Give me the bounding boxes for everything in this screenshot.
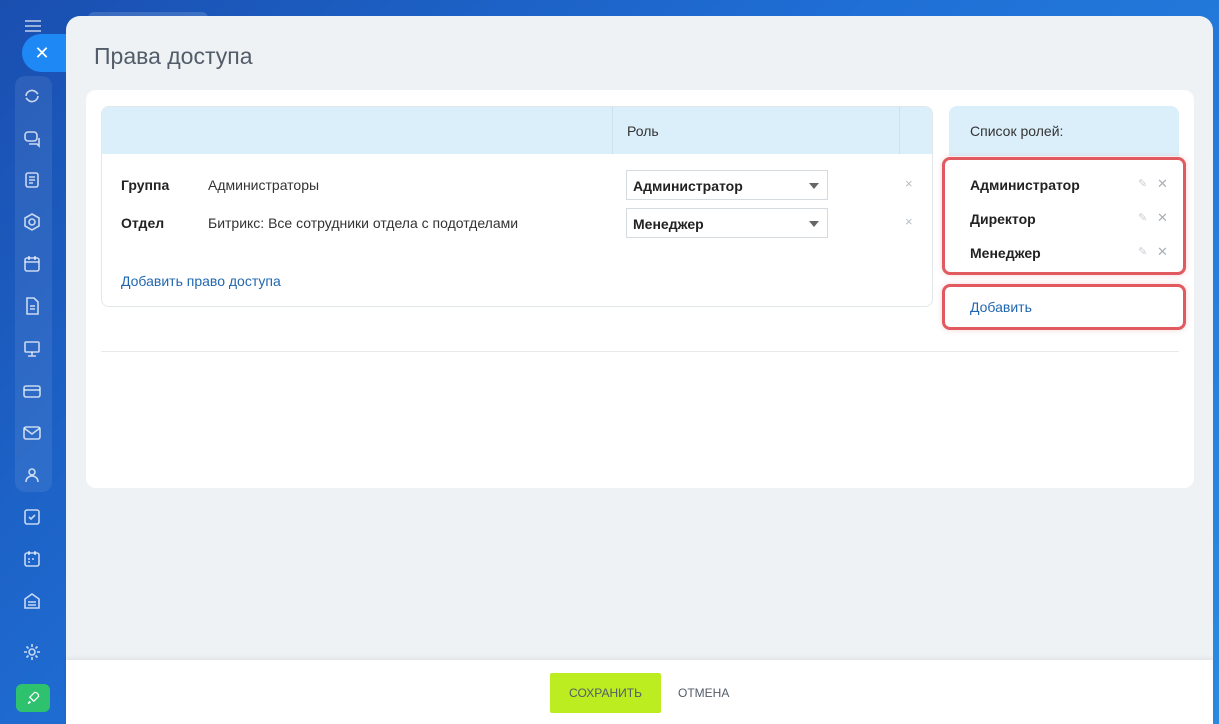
list-item[interactable]: Менеджер ✎ ✕ [945, 237, 1185, 271]
roles-list: Администратор ✎ ✕ Директор ✎ ✕ Менеджер … [942, 157, 1186, 275]
pencil-icon[interactable]: ✎ [1138, 211, 1147, 224]
page-title: Права доступа [94, 43, 253, 69]
tasks-icon[interactable] [21, 506, 43, 528]
content-card: Роль Группа Администраторы Администратор… [86, 90, 1194, 488]
footer-bar: СОХРАНИТЬ ОТМЕНА [66, 660, 1213, 724]
hexagon-icon[interactable] [21, 211, 43, 233]
rocket-icon[interactable] [16, 684, 50, 712]
close-icon[interactable]: ✕ [1157, 244, 1168, 260]
card-icon[interactable] [21, 380, 43, 402]
menu-icon[interactable] [25, 20, 41, 32]
access-rights-panel: Права доступа Роль Группа Администраторы… [66, 16, 1213, 724]
close-icon[interactable]: ✕ [1157, 176, 1168, 192]
chevron-down-icon [809, 221, 819, 227]
planner-icon[interactable] [21, 548, 43, 570]
row-subject: Администраторы [208, 177, 320, 193]
row-subject: Битрикс: Все сотрудники отдела с подотде… [208, 215, 519, 231]
settings-icon[interactable] [21, 641, 43, 663]
column-divider [899, 107, 900, 154]
role-name: Менеджер [970, 245, 1041, 261]
presentation-icon[interactable] [21, 338, 43, 360]
close-panel-button[interactable]: ✕ [22, 34, 66, 72]
pencil-icon[interactable]: ✎ [1138, 245, 1147, 258]
access-table: Роль Группа Администраторы Администратор… [101, 106, 933, 307]
calendar-icon[interactable] [21, 253, 43, 275]
save-button[interactable]: СОХРАНИТЬ [550, 673, 661, 713]
add-role-box: Добавить [942, 284, 1186, 330]
table-row: Отдел Битрикс: Все сотрудники отдела с п… [102, 208, 932, 238]
remove-row-icon[interactable]: × [905, 176, 913, 191]
remove-row-icon[interactable]: × [905, 214, 913, 229]
sync-icon[interactable] [21, 85, 43, 107]
role-name: Администратор [970, 177, 1080, 193]
close-icon[interactable]: ✕ [1157, 210, 1168, 226]
role-column-header: Роль [627, 123, 659, 139]
access-table-header: Роль [102, 107, 932, 154]
users-icon[interactable] [21, 464, 43, 486]
role-select-value: Менеджер [633, 216, 704, 232]
add-access-link[interactable]: Добавить право доступа [121, 273, 281, 289]
divider [101, 351, 1179, 352]
app-sidebar: ✕ [0, 0, 66, 724]
role-select-value: Администратор [633, 178, 743, 194]
feed-icon[interactable] [21, 169, 43, 191]
table-row: Группа Администраторы Администратор × [102, 170, 932, 200]
pencil-icon[interactable]: ✎ [1138, 177, 1147, 190]
column-divider [612, 107, 613, 154]
list-item[interactable]: Директор ✎ ✕ [945, 203, 1185, 237]
roles-panel: Список ролей: Администратор ✎ ✕ Директор… [942, 106, 1186, 330]
roles-header: Список ролей: [949, 106, 1179, 156]
role-select[interactable]: Администратор [626, 170, 828, 200]
document-icon[interactable] [21, 295, 43, 317]
role-name: Директор [970, 211, 1036, 227]
roles-title: Список ролей: [970, 123, 1064, 139]
chevron-down-icon [809, 183, 819, 189]
row-type: Группа [121, 177, 170, 193]
add-role-link[interactable]: Добавить [970, 299, 1032, 315]
mail-icon[interactable] [21, 422, 43, 444]
store-icon[interactable] [21, 590, 43, 612]
chat-icon[interactable] [21, 127, 43, 149]
cancel-button[interactable]: ОТМЕНА [678, 673, 729, 713]
role-select[interactable]: Менеджер [626, 208, 828, 238]
list-item[interactable]: Администратор ✎ ✕ [945, 169, 1185, 203]
row-type: Отдел [121, 215, 165, 231]
